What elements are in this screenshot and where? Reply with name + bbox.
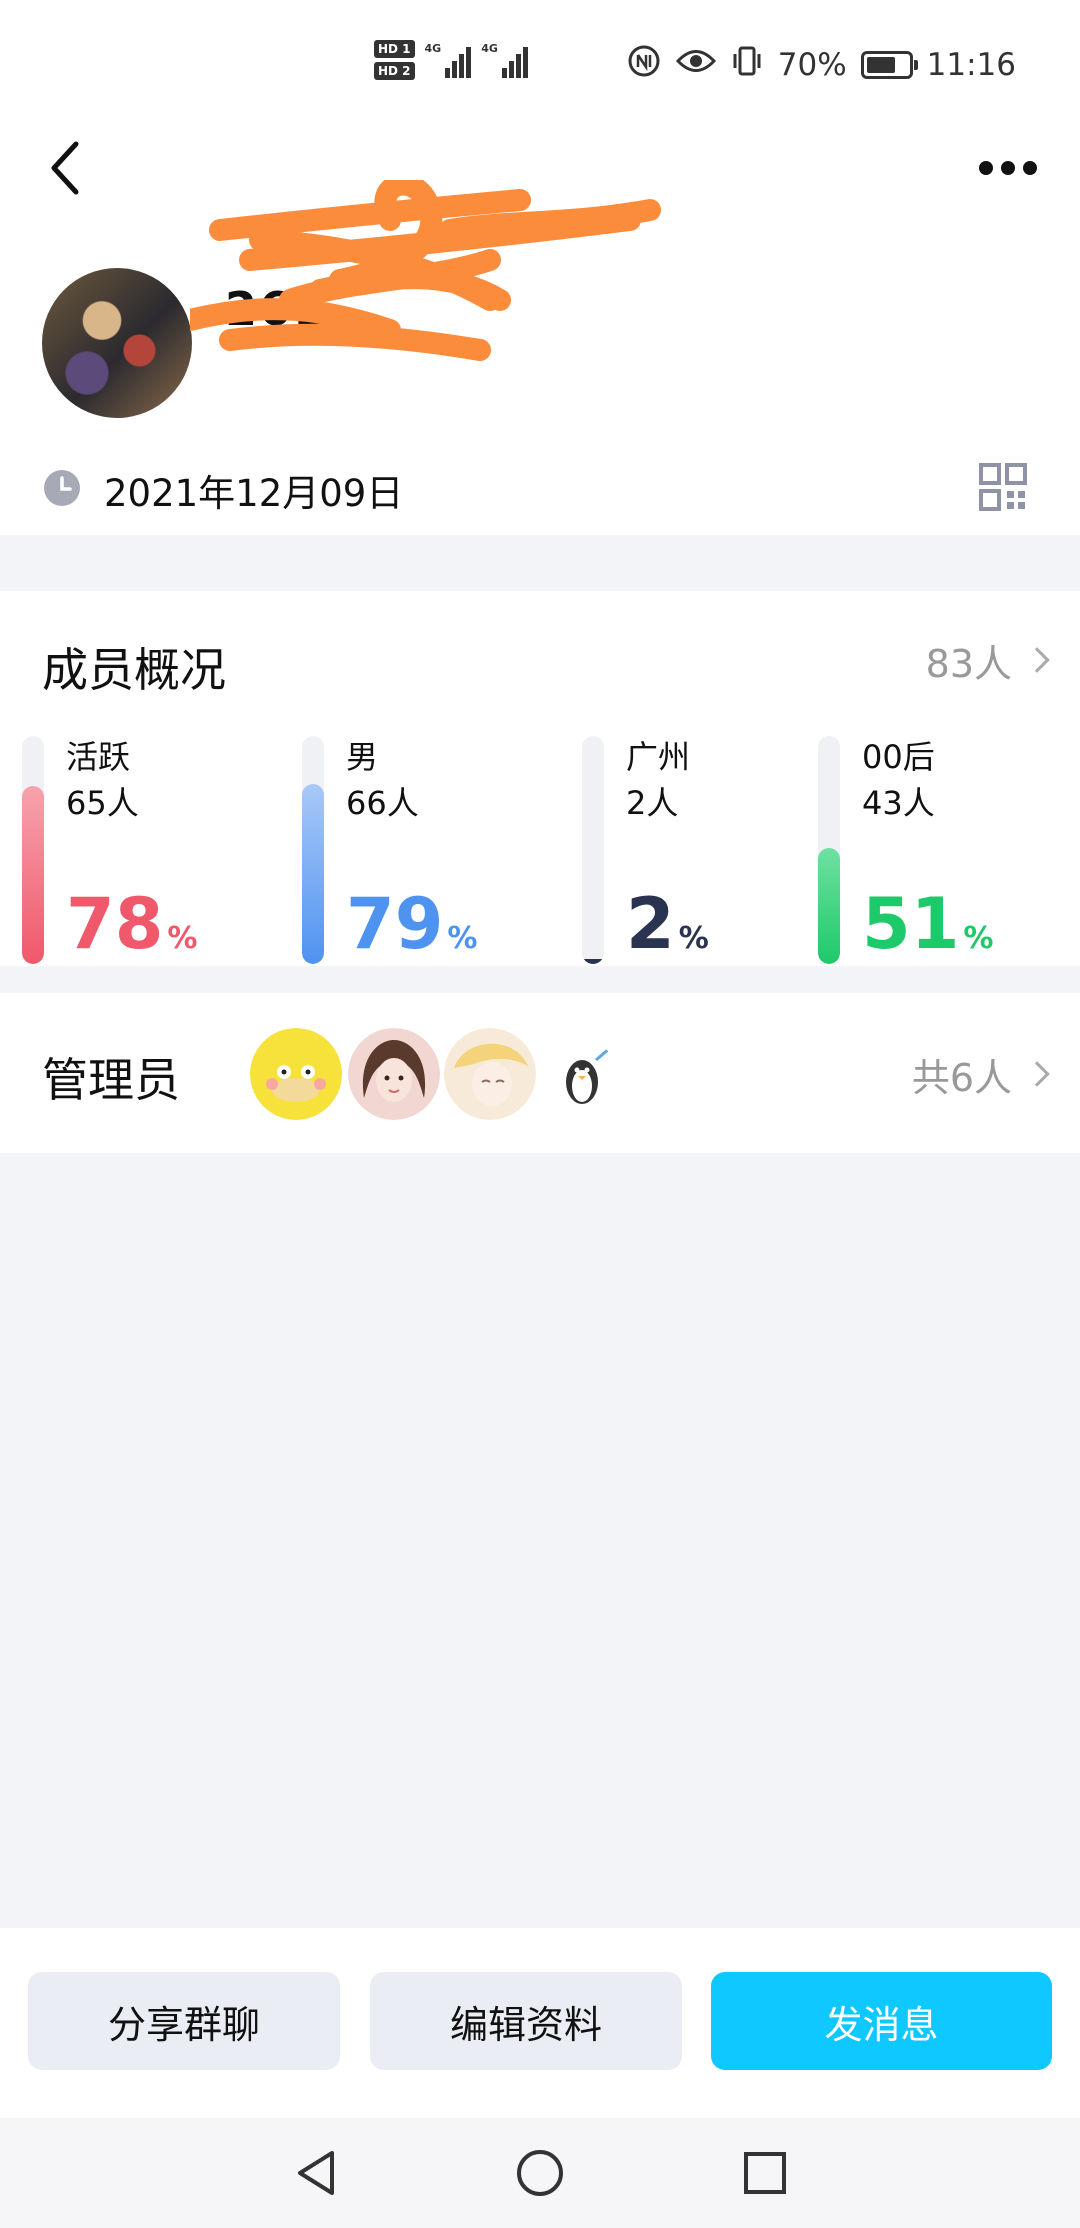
battery-percent: 70% [777, 47, 847, 83]
edit-profile-button[interactable]: 编辑资料 [370, 1972, 682, 2070]
stat-active: 活跃 65人 78% [22, 728, 262, 964]
stat-percent-value: 2 [626, 883, 675, 965]
share-group-button[interactable]: 分享群聊 [28, 1972, 340, 2070]
stat-male: 男 66人 79% [302, 728, 542, 964]
stat-count: 65人 [66, 784, 139, 822]
stat-count: 43人 [862, 784, 935, 822]
stat-percent-sign: % [167, 921, 198, 956]
back-arrow-icon [48, 140, 82, 200]
stat-percent-value: 78 [66, 883, 164, 965]
stat-label: 男 [346, 738, 379, 776]
battery-icon [860, 51, 918, 79]
stat-bar-track [582, 736, 604, 964]
stat-bar-track [22, 736, 44, 964]
admin-avatar-anime[interactable] [444, 1028, 536, 1120]
stat-bar-track [302, 736, 324, 964]
signal-strength-icon-2: 4G [481, 42, 528, 78]
nav-back-button[interactable] [282, 2140, 352, 2210]
redaction-scribble [190, 180, 661, 361]
status-right: 70% 11:16 [626, 40, 1016, 90]
chevron-right-icon [1024, 647, 1050, 673]
stat-bar-fill [818, 847, 840, 964]
stat-bar-track [818, 736, 840, 964]
admins-title: 管理员 [42, 1053, 180, 1107]
stat-percent-value: 51 [862, 883, 960, 965]
stat-percent-sign: % [447, 921, 478, 956]
nav-recents-button[interactable] [730, 2140, 800, 2210]
stat-label: 广州 [626, 738, 691, 776]
stat-percent-value: 79 [346, 883, 444, 965]
stat-location: 广州 2人 2% [582, 728, 822, 964]
triangle-back-icon [292, 2147, 342, 2203]
members-total-link[interactable]: 83人 [925, 630, 1050, 690]
stat-percent: 79% [346, 886, 477, 962]
nav-home-button[interactable] [505, 2140, 575, 2210]
send-message-button[interactable]: 发消息 [711, 1972, 1052, 2070]
chevron-right-icon [1024, 1061, 1050, 1087]
back-button[interactable] [40, 140, 90, 200]
stat-percent: 78% [66, 886, 197, 962]
square-recents-icon [742, 2150, 788, 2200]
stat-percent: 2% [626, 886, 709, 962]
signal-indicators: HD 1 HD 2 4G 4G [374, 34, 528, 86]
stat-bar-fill [582, 959, 604, 964]
stat-percent: 51% [862, 886, 993, 962]
sim2-badge: HD 2 [374, 62, 415, 80]
nfc-icon [626, 43, 662, 87]
admins-total-link[interactable]: 共6人 [911, 1044, 1050, 1104]
stat-label: 活跃 [66, 738, 131, 776]
sim1-badge: HD 1 [374, 40, 415, 58]
stat-count: 66人 [346, 784, 419, 822]
admins-total: 共6人 [911, 1055, 1012, 1100]
clock-icon [42, 468, 82, 512]
members-title: 成员概况 [42, 643, 226, 697]
admin-avatar-penguin[interactable] [546, 1040, 618, 1112]
circle-home-icon [515, 2148, 565, 2202]
created-date: 2021年12月09日 [104, 472, 404, 515]
more-dots-icon [976, 158, 1040, 182]
stat-count: 2人 [626, 784, 679, 822]
more-button[interactable] [976, 150, 1040, 190]
members-total: 83人 [925, 641, 1012, 686]
stat-bar-fill [22, 786, 44, 964]
admin-avatar-duck[interactable] [250, 1028, 342, 1120]
admin-avatar-girl[interactable] [348, 1028, 440, 1120]
group-avatar[interactable] [42, 268, 192, 418]
stat-label: 00后 [862, 738, 935, 776]
stat-bar-fill [302, 783, 324, 964]
stat-percent-sign: % [678, 921, 709, 956]
stat-percent-sign: % [963, 921, 994, 956]
stat-age: 00后 43人 51% [818, 728, 1058, 964]
signal-strength-icon: 4G [425, 42, 472, 78]
qr-code-icon [978, 463, 1028, 516]
created-date-row: 2021年12月09日 [42, 460, 403, 520]
eye-icon [675, 46, 716, 84]
vibrate-icon [730, 44, 764, 86]
clock: 11:16 [926, 47, 1016, 83]
qr-code-button[interactable] [978, 462, 1028, 512]
